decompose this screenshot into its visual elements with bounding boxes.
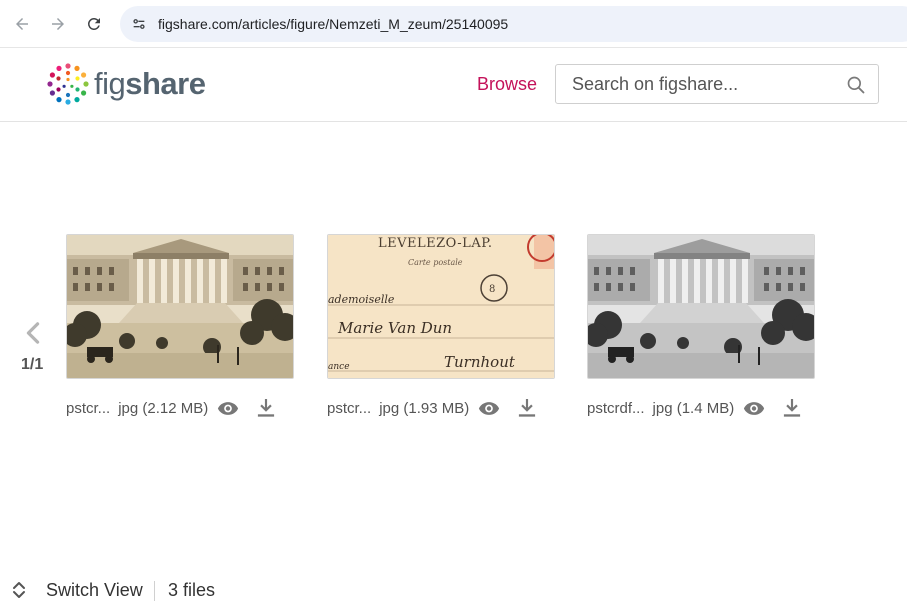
arrow-right-icon [52,18,64,30]
postcard-subheading: Carte postale [408,258,463,267]
file-meta: pstcr... jpg (1.93 MB) [327,397,557,419]
logo-fig-text: fig [94,66,126,101]
file-extension-size: jpg (2.12 MB) [118,399,209,417]
file-name[interactable]: pstcr... [66,400,110,417]
search-icon[interactable] [846,75,866,95]
address-bar[interactable]: figshare.com/articles/figure/Nemzeti_M_z… [120,6,907,42]
preview-button[interactable] [216,397,240,419]
browse-link[interactable]: Browse [477,74,537,95]
switch-view-button[interactable]: Switch View [46,580,143,601]
postcard-line-6: ance [328,362,350,372]
back-button[interactable] [10,12,34,36]
postcard-line-5: Turnhout [444,353,516,371]
logo-wordmark: figshare [94,66,206,102]
file-extension-size: jpg (1.4 MB) [652,399,735,417]
eye-icon [479,401,500,415]
download-button[interactable] [517,397,537,419]
postcard-back-image: LEVELEZO-LAP. Carte postale 8 ademoisell… [328,235,554,378]
download-button[interactable] [256,397,276,419]
forward-button[interactable] [46,12,70,36]
site-header: figshare Browse [0,48,907,122]
file-view-footer: Switch View 3 files [0,572,907,605]
file-thumbnail[interactable] [66,234,294,379]
postcard-line-4: Marie Van Dun [337,319,452,337]
postcard-line-3: ademoiselle [328,293,395,306]
file-thumbnail[interactable]: LEVELEZO-LAP. Carte postale 8 ademoisell… [327,234,555,379]
divider [154,581,155,601]
svg-text:8: 8 [489,284,495,295]
download-icon [784,399,801,417]
preview-button[interactable] [477,397,501,419]
download-icon [258,399,275,417]
page-indicator: 1/1 [21,356,44,373]
download-icon [519,399,536,417]
search-input[interactable] [572,73,842,95]
file-extension-size: jpg (1.93 MB) [379,399,470,417]
file-name[interactable]: pstcr... [327,400,371,417]
file-card: pstcrdf... jpg (1.4 MB) [587,234,817,419]
figshare-logo[interactable]: figshare [45,61,206,107]
preview-button[interactable] [742,397,766,419]
file-meta: pstcrdf... jpg (1.4 MB) [587,397,817,419]
museum-grayscale-image [588,235,814,378]
file-thumbnail[interactable] [587,234,815,379]
eye-icon [744,401,765,415]
museum-sepia-image [67,235,293,378]
reload-icon [87,17,100,30]
file-card: pstcr... jpg (2.12 MB) [66,234,296,419]
file-meta: pstcr... jpg (2.12 MB) [66,397,296,419]
reload-button[interactable] [82,12,106,36]
figshare-logo-icon [47,63,89,105]
file-count: 3 files [168,580,216,600]
switch-view-icon[interactable] [11,581,27,599]
url-text: figshare.com/articles/figure/Nemzeti_M_z… [158,16,509,32]
eye-icon [218,401,239,415]
browser-toolbar: figshare.com/articles/figure/Nemzeti_M_z… [0,0,907,48]
download-button[interactable] [782,397,802,419]
site-settings-icon[interactable] [130,15,148,33]
file-card: LEVELEZO-LAP. Carte postale 8 ademoisell… [327,234,557,419]
chevron-left-icon [26,322,40,344]
postcard-heading: LEVELEZO-LAP. [378,236,492,251]
previous-page-button[interactable] [22,320,44,346]
file-name[interactable]: pstcrdf... [587,400,645,417]
arrow-left-icon [16,18,28,30]
logo-share-text: share [125,66,206,101]
search-box [555,64,879,104]
